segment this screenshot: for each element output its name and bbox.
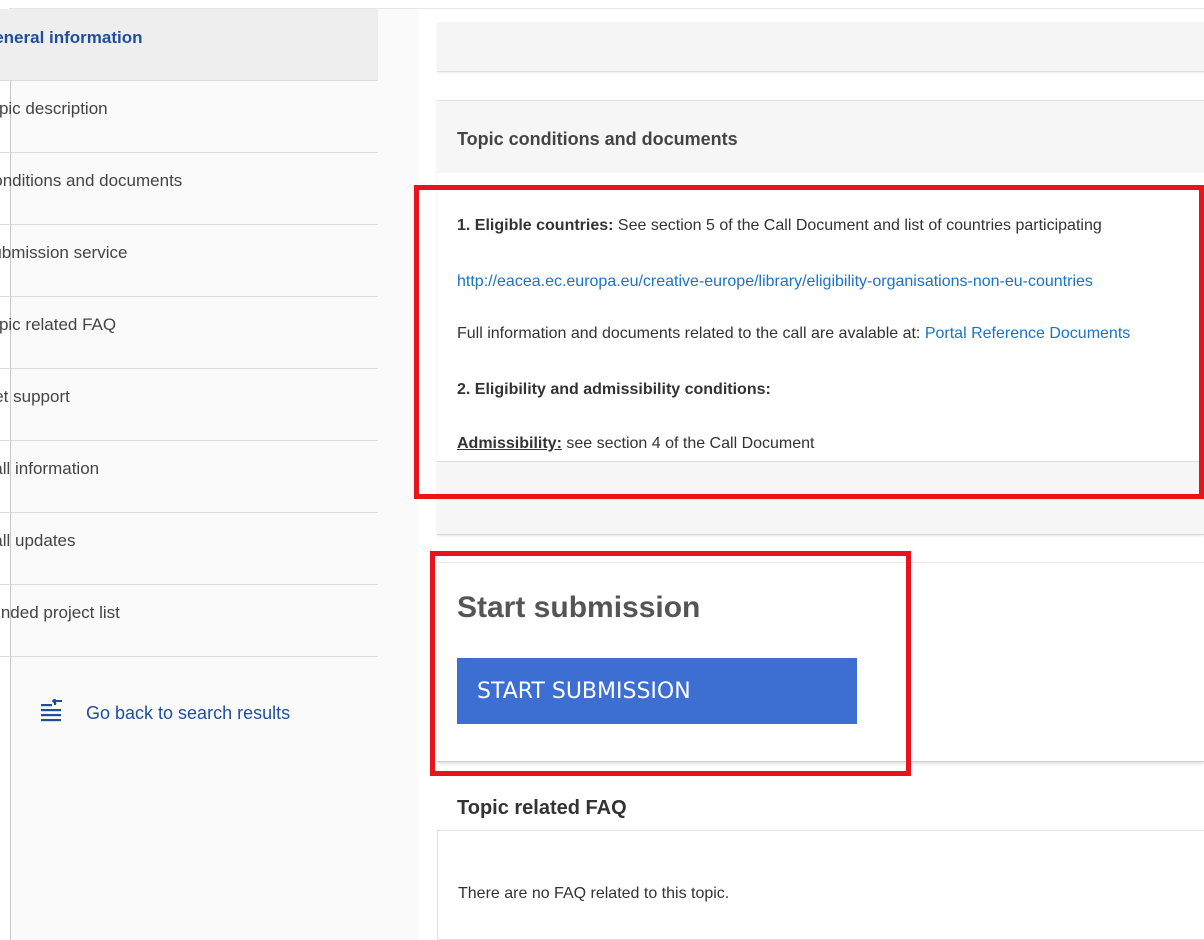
- admissibility-line: Admissibility: see section 4 of the Call…: [457, 435, 814, 453]
- eligibility-conditions-heading: 2. Eligibility and admissibility conditi…: [457, 381, 771, 399]
- back-to-list-icon: [41, 699, 62, 722]
- full-information-text: Full information and documents related t…: [457, 325, 925, 342]
- window-top-margin: [0, 0, 1204, 8]
- topic-related-faq-panel: There are no FAQ related to this topic.: [437, 830, 1204, 940]
- full-information-line: Full information and documents related t…: [457, 325, 1130, 343]
- sidebar-item-label: Conditions and documents: [0, 171, 183, 190]
- sidebar-item-label: Submission service: [0, 243, 128, 262]
- topic-conditions-body: 1. Eligible countries: See section 5 of …: [437, 173, 1204, 462]
- sidebar-item-submission-service[interactable]: Submission service: [0, 225, 378, 297]
- sidebar-item-get-support[interactable]: Get support: [0, 369, 378, 441]
- eligibility-conditions-label: 2. Eligibility and admissibility conditi…: [457, 381, 771, 398]
- topic-sidebar-nav: General information Topic description Co…: [0, 9, 418, 940]
- sidebar-item-topic-related-faq[interactable]: Topic related FAQ: [0, 297, 378, 369]
- sidebar-item-conditions-and-documents[interactable]: Conditions and documents: [0, 153, 378, 225]
- topic-related-faq-heading: Topic related FAQ: [457, 797, 627, 819]
- start-submission-panel: Start submission START SUBMISSION: [437, 562, 1204, 762]
- sidebar-item-call-information[interactable]: Call information: [0, 441, 378, 513]
- sidebar-item-label: Get support: [0, 387, 70, 406]
- go-back-label: Go back to search results: [86, 703, 291, 723]
- topic-conditions-heading: Topic conditions and documents: [457, 129, 738, 149]
- start-submission-button[interactable]: START SUBMISSION: [457, 658, 857, 724]
- sidebar-item-label: Topic description: [0, 99, 108, 118]
- sidebar-item-label: Topic related FAQ: [0, 315, 117, 334]
- eligible-countries-label: 1. Eligible countries:: [457, 217, 614, 234]
- admissibility-text: see section 4 of the Call Document: [561, 435, 815, 452]
- sidebar-item-general-information[interactable]: General information: [0, 9, 378, 81]
- portal-reference-documents-link[interactable]: Portal Reference Documents: [925, 325, 1130, 342]
- sidebar-item-funded-project-list[interactable]: Funded project list: [0, 585, 378, 657]
- eligible-countries-text: See section 5 of the Call Document and l…: [613, 217, 1102, 234]
- eligible-countries-line: 1. Eligible countries: See section 5 of …: [457, 217, 1102, 235]
- start-submission-heading: Start submission: [457, 591, 701, 624]
- eligibility-organisations-link[interactable]: http://eacea.ec.europa.eu/creative-europ…: [457, 273, 1093, 291]
- sidebar-item-label: Call information: [0, 459, 100, 478]
- general-information-panel: [437, 22, 1204, 72]
- no-faq-message: There are no FAQ related to this topic.: [458, 885, 730, 902]
- topic-conditions-panel: Topic conditions and documents 1. Eligib…: [437, 100, 1204, 535]
- sidebar-item-topic-description[interactable]: Topic description: [0, 81, 378, 153]
- sidebar-item-label: Funded project list: [0, 603, 120, 622]
- admissibility-label: Admissibility:: [457, 435, 562, 452]
- sidebar-item-call-updates[interactable]: Call updates: [0, 513, 378, 585]
- sidebar-item-label: General information: [0, 28, 143, 47]
- sidebar-item-label: Call updates: [0, 531, 76, 550]
